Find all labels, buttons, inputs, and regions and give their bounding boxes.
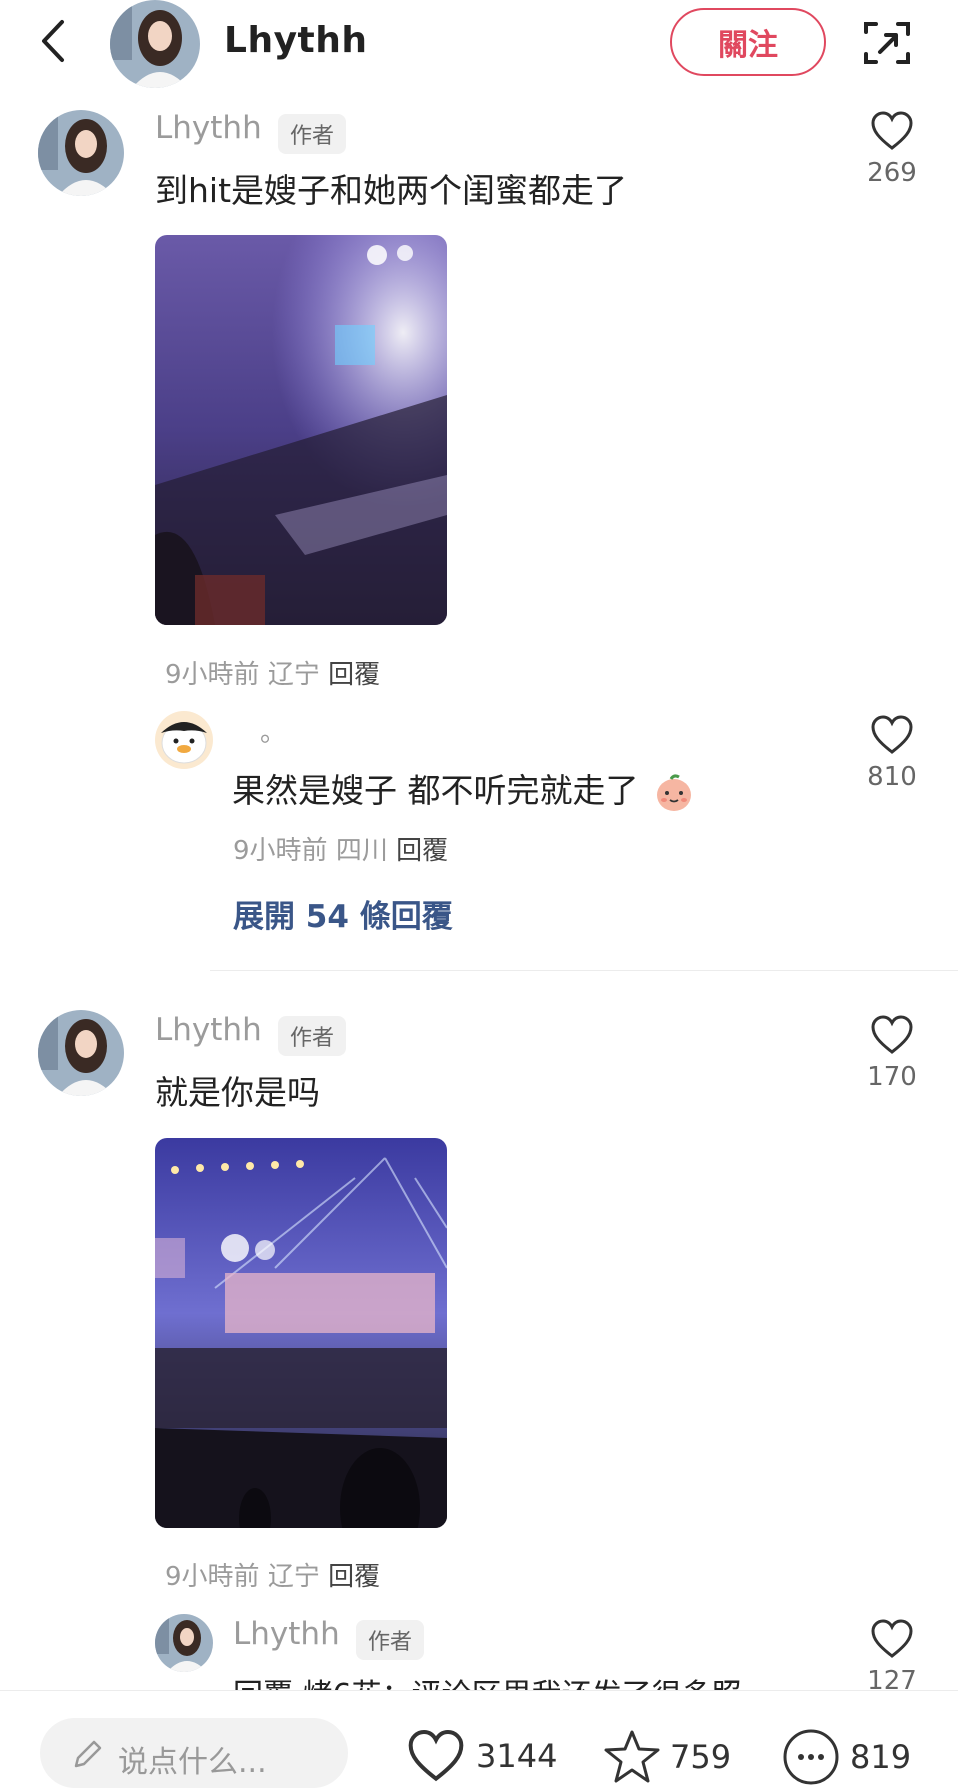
comment-time: 9小時前 [165, 1562, 260, 1592]
like-count: 170 [867, 1062, 917, 1092]
comment-meta: 9小時前 辽宁 回覆 [165, 654, 380, 691]
like-count: 810 [867, 762, 917, 792]
author-badge: 作者 [278, 1016, 347, 1056]
comment-divider [210, 970, 958, 971]
reply-button[interactable]: 回覆 [328, 1562, 380, 1592]
comments-button[interactable]: 819 [780, 1726, 911, 1788]
comment-count: 819 [850, 1738, 912, 1776]
author-badge: 作者 [278, 114, 347, 154]
comment-bubble-icon [783, 1729, 839, 1785]
share-button[interactable] [862, 18, 912, 68]
avatar-image [155, 1614, 213, 1672]
comment-photo[interactable] [155, 1138, 447, 1528]
comment-username[interactable]: Lhythh [155, 110, 262, 146]
heart-icon [871, 715, 913, 754]
reply-avatar[interactable] [155, 711, 213, 769]
reply-button[interactable]: 回覆 [396, 836, 448, 866]
pencil-icon [74, 1740, 102, 1768]
comment-meta: 9小時前 辽宁 回覆 [165, 1556, 380, 1593]
author-badge: 作者 [356, 1620, 425, 1660]
comment-time: 9小時前 [165, 660, 260, 690]
follow-button[interactable]: 關注 [670, 8, 826, 76]
back-arrow-icon [42, 20, 64, 62]
like-post-button[interactable]: 3144 [404, 1728, 557, 1784]
shy-face-emoji-icon [657, 773, 691, 811]
comment-username[interactable]: Lhythh [155, 1012, 262, 1048]
comment-location: 辽宁 [267, 1562, 320, 1592]
post-like-count: 3144 [476, 1737, 558, 1775]
comment-like-button[interactable]: 269 [852, 110, 932, 188]
favorite-button[interactable]: 759 [602, 1728, 731, 1786]
header-username[interactable]: Lhythh [224, 20, 368, 61]
favorite-count: 759 [670, 1738, 732, 1776]
concert-photo-image [155, 235, 447, 625]
reply-time: 9小時前 [233, 836, 328, 866]
comment-avatar[interactable] [38, 1010, 124, 1096]
heart-icon [871, 1619, 913, 1658]
stage-photo-image [155, 1138, 447, 1528]
avatar-image [38, 110, 124, 196]
reply-text-content: 果然是嫂子 都不听完就走了 [232, 771, 639, 810]
reply-avatar[interactable] [155, 1614, 213, 1672]
heart-icon [408, 1729, 464, 1782]
expand-replies-button[interactable]: 展開 54 條回覆 [233, 891, 453, 936]
star-icon [604, 1730, 660, 1783]
comment-like-button[interactable]: 170 [852, 1014, 932, 1092]
share-icon [864, 22, 910, 64]
reply-location: 四川 [335, 836, 388, 866]
comment-input-placeholder: 说点什么... [118, 1745, 267, 1780]
avatar-image [38, 1010, 124, 1096]
reply-like-button[interactable]: 127 [852, 1618, 932, 1696]
reply-username[interactable]: 。 [260, 712, 286, 749]
comment-location: 辽宁 [267, 660, 320, 690]
reply-username[interactable]: Lhythh [233, 1616, 340, 1652]
header-avatar[interactable] [110, 0, 200, 88]
comment-text[interactable]: 到hit是嫂子和她两个闺蜜都走了 [155, 164, 627, 212]
back-button[interactable] [36, 16, 76, 66]
reply-button[interactable]: 回覆 [328, 660, 380, 690]
comment-text[interactable]: 就是你是吗 [155, 1066, 320, 1114]
reply-like-button[interactable]: 810 [852, 714, 932, 792]
avatar-image [110, 0, 200, 88]
comment-photo[interactable] [155, 235, 447, 625]
like-count: 269 [867, 158, 917, 188]
heart-icon [871, 111, 913, 150]
reply-meta: 9小時前 四川 回覆 [233, 830, 448, 867]
reply-text[interactable]: 果然是嫂子 都不听完就走了 [232, 764, 695, 814]
comment-avatar[interactable] [38, 110, 124, 196]
duck-avatar-image [155, 711, 213, 769]
heart-icon [871, 1015, 913, 1054]
